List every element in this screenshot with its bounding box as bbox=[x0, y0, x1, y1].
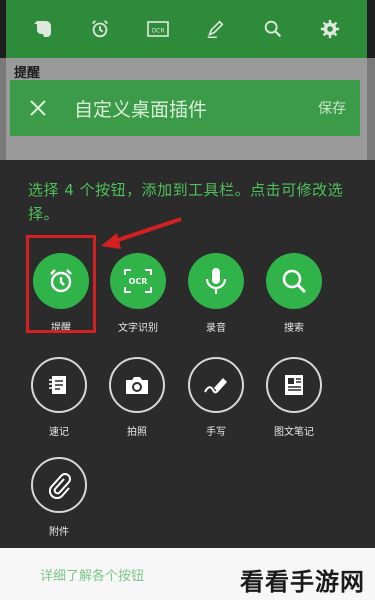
button-label: 文字识别 bbox=[118, 323, 158, 334]
toolbar-button-quick-note[interactable]: 速记 bbox=[23, 357, 95, 438]
save-button[interactable]: 保存 bbox=[318, 98, 346, 118]
handwriting-icon bbox=[188, 357, 244, 413]
search-icon[interactable] bbox=[258, 14, 288, 44]
button-label: 速记 bbox=[49, 427, 69, 438]
ocr-icon[interactable]: OCR bbox=[143, 14, 173, 44]
selection-instructions: 选择 4 个按钮，添加到工具栏。点击可修改选择。 bbox=[28, 181, 344, 223]
toolbar-button-handwriting[interactable]: 手写 bbox=[180, 357, 252, 438]
search-icon bbox=[266, 253, 322, 309]
gear-icon[interactable] bbox=[315, 14, 345, 44]
paperclip-icon bbox=[31, 457, 87, 513]
button-label: 图文笔记 bbox=[274, 427, 314, 438]
pen-icon[interactable] bbox=[200, 14, 230, 44]
highlight-box bbox=[26, 235, 96, 333]
svg-text:OCR: OCR bbox=[151, 28, 164, 35]
elephant-icon[interactable] bbox=[28, 14, 58, 44]
toolbar-button-ocr[interactable]: OCR 文字识别 bbox=[102, 253, 174, 334]
watermark: 看看手游网 bbox=[240, 568, 365, 596]
section-label-reminder: 提醒 bbox=[14, 66, 41, 81]
toolbar-button-image-text-note[interactable]: 图文笔记 bbox=[258, 357, 330, 438]
widget-title: 自定义桌面插件 bbox=[74, 98, 208, 121]
image-text-note-icon bbox=[266, 357, 322, 413]
toolbar-button-record[interactable]: 录音 bbox=[180, 253, 252, 334]
toolbar-button-attachment[interactable]: 附件 bbox=[23, 457, 95, 538]
button-selection-sheet: 选择 4 个按钮，添加到工具栏。点击可修改选择。 提醒 OCR 文字识别 录音 … bbox=[0, 160, 375, 600]
alarm-clock-icon[interactable] bbox=[85, 14, 115, 44]
ocr-icon: OCR bbox=[110, 253, 166, 309]
close-icon[interactable] bbox=[24, 94, 52, 122]
button-label: 手写 bbox=[206, 427, 226, 438]
widget-header-bar: 自定义桌面插件 保存 bbox=[10, 80, 360, 136]
background-toolbar: OCR bbox=[0, 0, 375, 58]
button-label: 录音 bbox=[206, 323, 226, 334]
button-label: 附件 bbox=[49, 527, 69, 538]
quick-note-icon bbox=[31, 357, 87, 413]
button-label: 拍照 bbox=[127, 427, 147, 438]
learn-more-link[interactable]: 详细了解各个按钮 bbox=[40, 565, 144, 584]
annotation-arrow-icon bbox=[101, 217, 182, 249]
button-label: 搜索 bbox=[284, 323, 304, 334]
svg-text:OCR: OCR bbox=[129, 277, 148, 286]
microphone-icon bbox=[188, 253, 244, 309]
toolbar-button-camera[interactable]: 拍照 bbox=[101, 357, 173, 438]
toolbar-button-search[interactable]: 搜索 bbox=[258, 253, 330, 334]
camera-icon bbox=[109, 357, 165, 413]
